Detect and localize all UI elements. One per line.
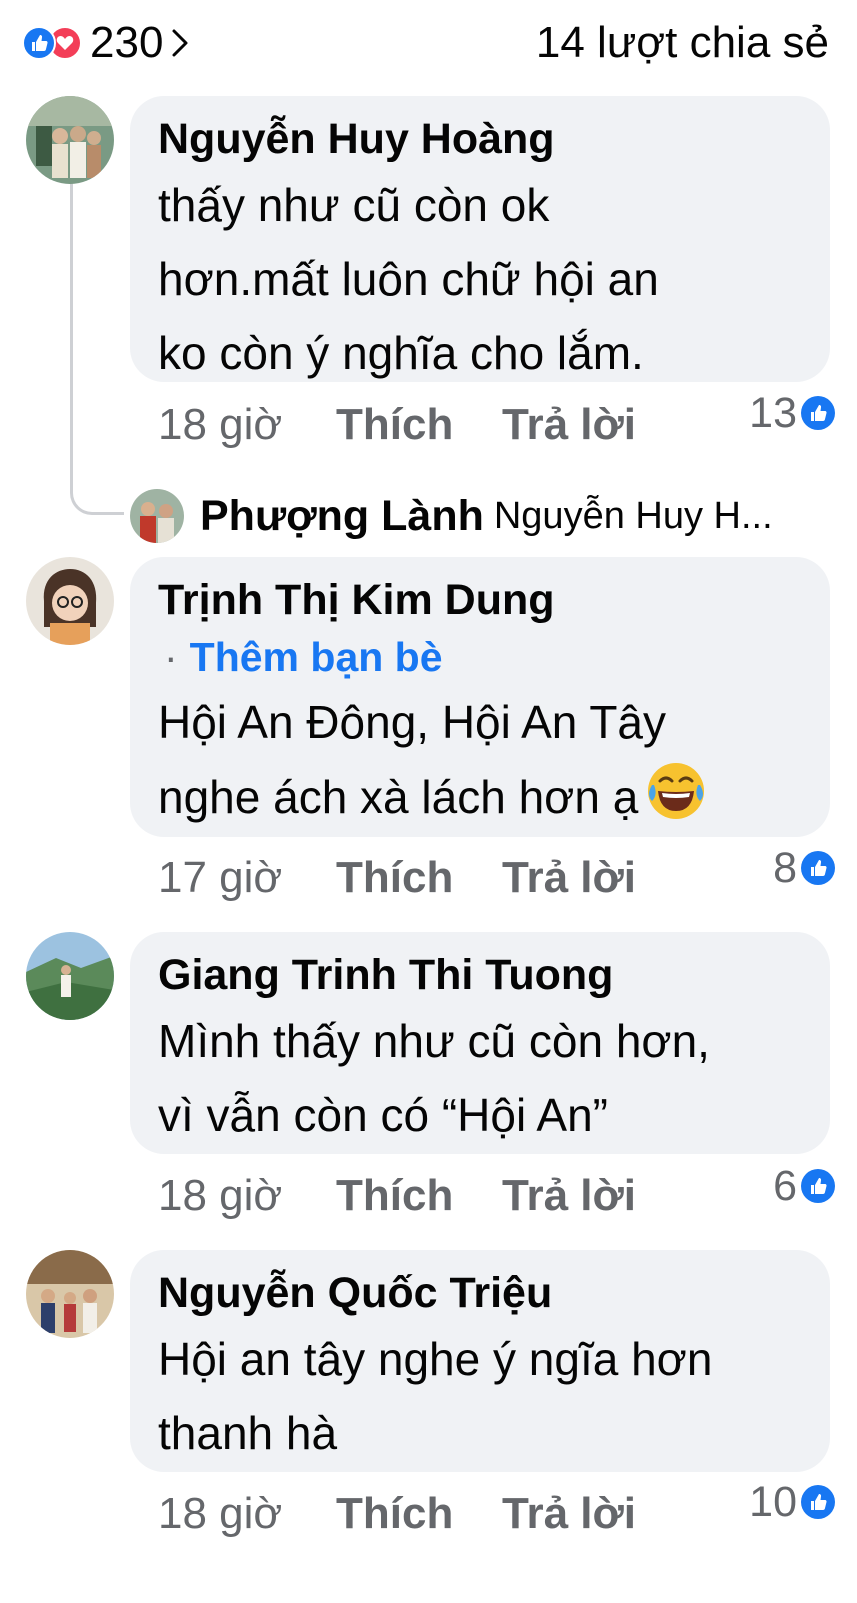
shares-count[interactable]: 14 lượt chia sẻ (536, 18, 829, 68)
like-button[interactable]: Thích (336, 400, 502, 450)
reaction-count: 230 (90, 18, 164, 67)
reply-preview-text: Nguyễn Huy H... (493, 494, 773, 537)
comment-author[interactable]: Giang Trinh Thi Tuong (158, 946, 804, 1004)
like-reaction-icon (22, 26, 56, 60)
comment-text-line: ko còn ý nghĩa cho lắm. (158, 327, 644, 379)
comment-bubble[interactable]: Trịnh Thị Kim Dung · Thêm bạn bè Hội An Đ… (130, 557, 830, 837)
add-friend-label[interactable]: Thêm bạn bè (190, 634, 443, 680)
avatar[interactable] (26, 932, 114, 1020)
comment-text-line: nghe ách xà lách hơn ạ (158, 759, 804, 834)
like-badge-icon (801, 1485, 835, 1519)
comment-like-count[interactable]: 13 (749, 383, 835, 443)
comment-text-line: Mình thấy như cũ còn hơn, (158, 1015, 710, 1067)
comment-text-line: thấy như cũ còn ok (158, 179, 550, 231)
like-button[interactable]: Thích (336, 853, 502, 903)
comment-time: 18 giờ (158, 400, 283, 449)
comment-text-line: hơn.mất luôn chữ hội an (158, 253, 659, 305)
like-badge-icon (801, 1169, 835, 1203)
reply-button[interactable]: Trả lời (502, 400, 636, 450)
comment-like-count[interactable]: 6 (773, 1156, 835, 1216)
comment-author[interactable]: Nguyễn Huy Hoàng (158, 110, 804, 168)
like-count-value: 13 (749, 388, 797, 437)
reply-preview-row[interactable]: Phượng Lành Nguyễn Huy H... (130, 486, 773, 546)
laughing-emoji-icon (644, 759, 708, 823)
comment-bubble[interactable]: Giang Trinh Thi Tuong Mình thấy như cũ c… (130, 932, 830, 1154)
reply-author[interactable]: Phượng Lành (200, 492, 484, 541)
avatar[interactable] (26, 96, 114, 184)
reaction-summary[interactable]: 230 (22, 20, 193, 66)
comment-text-line: Hội An Đông, Hội An Tây (158, 696, 666, 748)
like-badge-icon (801, 396, 835, 430)
reply-button[interactable]: Trả lời (502, 853, 636, 903)
reactions-bar: 230 14 lượt chia sẻ (0, 0, 857, 90)
comment-author[interactable]: Trịnh Thị Kim Dung (158, 571, 804, 629)
add-friend-link[interactable]: · Thêm bạn bè (158, 629, 804, 685)
comment-time: 18 giờ (158, 1489, 283, 1538)
avatar[interactable] (26, 1250, 114, 1338)
reply-thread-line (70, 180, 124, 515)
comment-author[interactable]: Nguyễn Quốc Triệu (158, 1264, 804, 1322)
chevron-right-icon (171, 26, 193, 60)
comment-text-line: vì vẫn còn có “Hội An” (158, 1089, 608, 1141)
comment-actions: 18 giờ Thích Trả lời (158, 395, 636, 455)
comment-text-line: thanh hà (158, 1407, 338, 1459)
comment-actions: 17 giờ Thích Trả lời (158, 848, 636, 908)
comment-time: 18 giờ (158, 1171, 283, 1220)
comment-actions: 18 giờ Thích Trả lời (158, 1166, 636, 1226)
like-count-value: 8 (773, 843, 797, 892)
comment-text-line: Hội an tây nghe ý ngĩa hơn (158, 1333, 713, 1385)
avatar[interactable] (26, 557, 114, 645)
comment-actions: 18 giờ Thích Trả lời (158, 1484, 636, 1544)
like-count-value: 10 (749, 1477, 797, 1526)
like-badge-icon (801, 851, 835, 885)
comment-text: nghe ách xà lách hơn ạ (158, 771, 639, 823)
reply-button[interactable]: Trả lời (502, 1171, 636, 1221)
comment-bubble[interactable]: Nguyễn Huy Hoàng thấy như cũ còn ok hơn.… (130, 96, 830, 382)
reply-button[interactable]: Trả lời (502, 1489, 636, 1539)
like-button[interactable]: Thích (336, 1489, 502, 1539)
comment-like-count[interactable]: 10 (749, 1472, 835, 1532)
comment-time: 17 giờ (158, 853, 283, 902)
like-button[interactable]: Thích (336, 1171, 502, 1221)
comment-bubble[interactable]: Nguyễn Quốc Triệu Hội an tây nghe ý ngĩa… (130, 1250, 830, 1472)
avatar[interactable] (130, 489, 184, 543)
like-count-value: 6 (773, 1161, 797, 1210)
comment-like-count[interactable]: 8 (773, 838, 835, 898)
